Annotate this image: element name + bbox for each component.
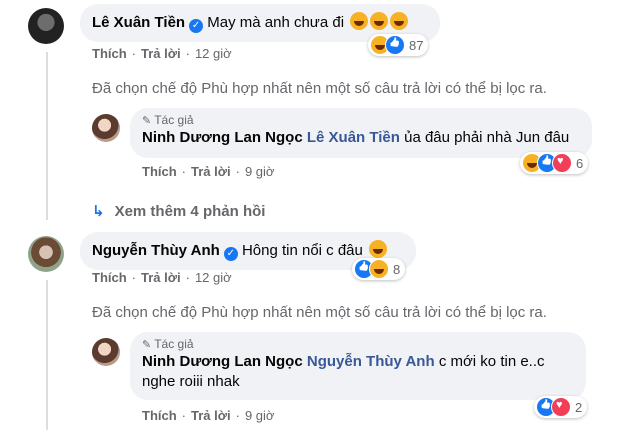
- verified-badge-icon: ✓: [189, 19, 204, 33]
- reply-text: ủa đâu phải nhà Jun đâu: [404, 129, 570, 146]
- comment-author[interactable]: Lê Xuân Tiền: [92, 14, 185, 31]
- reaction-count: 87: [409, 37, 424, 53]
- reply-actions: Thích · Trả lời · 9 giờ: [142, 408, 275, 423]
- like-button[interactable]: Thích: [92, 46, 127, 61]
- pen-icon: ✎: [142, 339, 152, 351]
- reaction-summary[interactable]: 6: [520, 152, 589, 174]
- reaction-summary[interactable]: 87: [368, 34, 429, 56]
- like-reaction-icon: [385, 35, 405, 55]
- author-badge: ✎ Tác giả: [142, 113, 194, 127]
- reply-arrow-icon: ↳: [92, 203, 105, 220]
- comment-author[interactable]: Nguyễn Thùy Anh: [92, 242, 220, 259]
- filter-note: Đã chọn chế độ Phù hợp nhất nên một số c…: [92, 80, 547, 97]
- thread-line: [46, 280, 48, 430]
- verified-badge-icon: ✓: [223, 247, 238, 261]
- reaction-count: 2: [575, 399, 583, 415]
- mention-tag[interactable]: Lê Xuân Tiền: [307, 129, 400, 146]
- comment-time[interactable]: 12 giờ: [195, 270, 232, 285]
- like-button[interactable]: Thích: [142, 408, 177, 423]
- comment-actions: Thích · Trả lời · 12 giờ: [92, 270, 232, 285]
- reply-author[interactable]: Ninh Dương Lan Ngọc: [142, 129, 303, 146]
- mention-tag[interactable]: Nguyễn Thùy Anh: [307, 353, 435, 370]
- haha-reaction-icon: [369, 259, 389, 279]
- reply-text: c mới ko tin e..c: [438, 353, 545, 370]
- view-more-replies[interactable]: ↳ Xem thêm 4 phản hồi: [92, 202, 265, 220]
- reply-time[interactable]: 9 giờ: [245, 408, 275, 423]
- comment-text: Hông tin nổi c đâu: [241, 242, 363, 259]
- reply-button[interactable]: Trả lời: [191, 164, 231, 179]
- reply-bubble: ✎ Tác giả Ninh Dương Lan Ngọc Lê Xuân Tiề…: [130, 108, 592, 158]
- reply-text: nghe roiii nhak: [142, 373, 240, 390]
- reply-time[interactable]: 9 giờ: [245, 164, 275, 179]
- reply-author[interactable]: Ninh Dương Lan Ngọc: [142, 353, 303, 370]
- filter-note: Đã chọn chế độ Phù hợp nhất nên một số c…: [92, 304, 547, 321]
- thread-line: [46, 52, 48, 220]
- reply-button[interactable]: Trả lời: [191, 408, 231, 423]
- avatar[interactable]: [28, 8, 64, 44]
- haha-emoji-icon: [350, 12, 369, 30]
- reaction-summary[interactable]: 2: [534, 396, 588, 418]
- reaction-count: 8: [393, 261, 401, 277]
- author-badge: ✎ Tác giả: [142, 337, 194, 351]
- reply-button[interactable]: Trả lời: [141, 270, 181, 285]
- comment-time[interactable]: 12 giờ: [195, 46, 232, 61]
- haha-emoji-icon: [370, 12, 389, 30]
- love-reaction-icon: [552, 153, 572, 173]
- haha-emoji-icon: [390, 12, 409, 30]
- pen-icon: ✎: [142, 115, 152, 127]
- avatar[interactable]: [28, 236, 64, 272]
- love-reaction-icon: [551, 397, 571, 417]
- avatar[interactable]: [92, 114, 120, 142]
- reaction-count: 6: [576, 155, 584, 171]
- avatar[interactable]: [92, 338, 120, 366]
- reply-actions: Thích · Trả lời · 9 giờ: [142, 164, 275, 179]
- reply-bubble: ✎ Tác giả Ninh Dương Lan Ngọc Nguyễn Thùy…: [130, 332, 586, 400]
- reaction-summary[interactable]: 8: [352, 258, 406, 280]
- comment-text: May mà anh chưa đi: [207, 14, 345, 31]
- emoji-icon: [369, 240, 388, 258]
- like-button[interactable]: Thích: [92, 270, 127, 285]
- reply-button[interactable]: Trả lời: [141, 46, 181, 61]
- comment-actions: Thích · Trả lời · 12 giờ: [92, 46, 232, 61]
- like-button[interactable]: Thích: [142, 164, 177, 179]
